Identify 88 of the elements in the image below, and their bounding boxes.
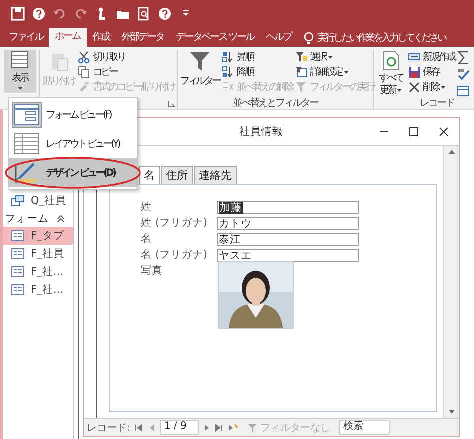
table-icon[interactable] (457, 85, 470, 98)
collapse-chevron-icon[interactable] (57, 214, 65, 223)
copy-button[interactable]: コピー (78, 65, 174, 79)
filter-button[interactable]: フィルター (180, 50, 220, 96)
form-icon (11, 248, 25, 260)
ascending-button[interactable]: 昇順 (222, 50, 293, 64)
help-icon[interactable] (32, 7, 46, 21)
caret-icon (344, 70, 349, 74)
form-icon (11, 266, 25, 278)
advanced-filter-icon (295, 66, 308, 78)
caret-icon (441, 86, 446, 88)
scissors-icon (78, 50, 91, 64)
descending-button[interactable]: 降順 (222, 65, 293, 79)
brush-icon (78, 80, 91, 94)
last-record-icon[interactable] (215, 424, 224, 432)
tell-me-search-field[interactable]: 実行したい作業を入力してください (318, 31, 446, 45)
scroll-up-icon[interactable] (448, 150, 454, 154)
spelling-icon[interactable] (457, 68, 470, 81)
ribbon-tab[interactable]: データベース ツール (170, 29, 260, 47)
refresh-icon (382, 51, 400, 71)
record-position-field[interactable]: 1 / 9 (160, 420, 200, 435)
window-title: 社員情報 (238, 124, 284, 138)
lightbulb-icon (304, 32, 314, 44)
text-field[interactable]: 泰江 (217, 233, 359, 246)
filter-icon (295, 80, 308, 94)
save-button[interactable]: 保存 (408, 65, 455, 79)
new-record-icon (408, 50, 421, 64)
copy-icon (78, 66, 91, 78)
close-icon (437, 126, 451, 138)
caret-icon (18, 87, 22, 90)
nav-item[interactable]: F_社員 (3, 245, 73, 263)
maximize-icon (407, 126, 421, 138)
selection-filter-icon (295, 50, 308, 64)
search-field[interactable]: 検索 (339, 420, 390, 435)
field-label: 姓 (141, 201, 153, 214)
ribbon-tab[interactable]: 外部データ (116, 29, 170, 47)
sort-ascending-icon (222, 50, 235, 64)
nav-item[interactable]: F_社… (3, 281, 73, 299)
print-preview-icon[interactable] (137, 7, 151, 21)
nav-item[interactable]: Q_社員 (3, 192, 73, 210)
filter-icon (189, 51, 211, 72)
field-label: 姓 (フリガナ) (141, 217, 209, 230)
nav-group-header[interactable]: フォーム (5, 212, 49, 226)
group-label: 並べ替えとフィルター (232, 96, 320, 109)
clipboard-icon (49, 51, 69, 72)
group-label: レコード (419, 97, 455, 109)
record-label: レコード: (87, 422, 130, 434)
field-label: 写真 (141, 265, 164, 278)
field-label: 名 (141, 233, 153, 246)
ribbon-tab[interactable]: ホーム (49, 28, 86, 47)
save-icon (408, 66, 421, 78)
field-label: 名 (フリガナ) (141, 249, 209, 262)
first-record-icon[interactable] (135, 424, 144, 432)
form-icon (11, 284, 25, 296)
view-menu-item[interactable]: フォーム ビュー(F) (46, 108, 111, 122)
selection-button[interactable]: 選択 (295, 50, 374, 64)
form-tab[interactable]: 連絡先 (194, 166, 237, 184)
delete-icon (408, 80, 421, 94)
advanced-button[interactable]: 詳細設定 (295, 65, 374, 79)
refresh-all-button[interactable]: すべて更新 (376, 50, 406, 96)
caret-icon (328, 56, 333, 58)
form-tab[interactable]: 住所 (161, 166, 193, 184)
sort-descending-icon (222, 66, 235, 78)
scroll-down-icon[interactable] (448, 410, 454, 414)
new-record-icon[interactable] (228, 424, 238, 432)
datasheet-icon (11, 51, 29, 69)
text-field[interactable]: 加藤 (217, 201, 359, 214)
query-icon (11, 195, 25, 207)
help-icon[interactable] (158, 7, 172, 21)
view-button[interactable]: 表示 (4, 50, 36, 93)
cut-button[interactable]: 切り取り (78, 50, 174, 64)
view-menu-item[interactable]: レイアウト ビュー(Y) (46, 136, 120, 150)
save-icon[interactable] (11, 7, 25, 21)
ribbon-tab[interactable]: ファイル (3, 29, 49, 47)
next-record-icon[interactable] (204, 424, 210, 432)
text-field[interactable]: カトウ (217, 217, 359, 230)
filter-icon (247, 422, 258, 432)
caret-icon (397, 88, 402, 92)
sum-icon[interactable] (457, 51, 470, 64)
ribbon-tab[interactable]: 作成 (86, 29, 116, 47)
ribbon-tab[interactable]: ヘルプ (260, 29, 298, 47)
form-icon (11, 230, 25, 242)
dialog-launcher-icon[interactable] (168, 100, 176, 108)
form-tab[interactable]: 名 (139, 166, 160, 184)
delete-button[interactable]: 削除 (408, 80, 455, 94)
new-button[interactable]: 新規作成 (408, 50, 455, 64)
nav-item[interactable]: F_タブ (3, 227, 73, 245)
nav-item[interactable]: F_社… (3, 263, 73, 281)
